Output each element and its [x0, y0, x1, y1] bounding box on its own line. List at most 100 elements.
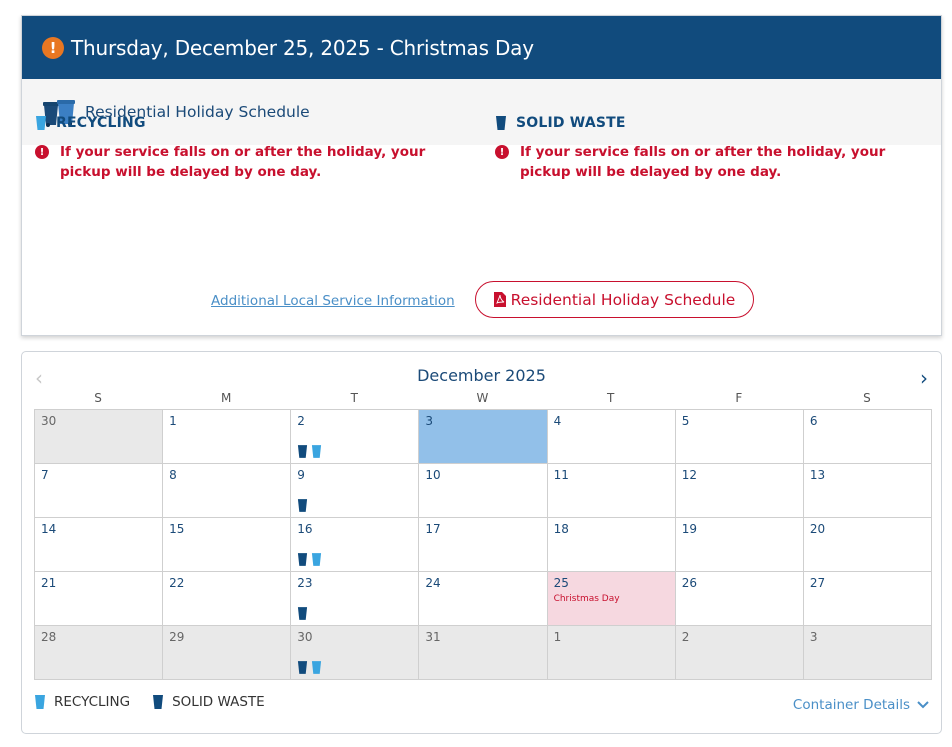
legend: RECYCLING SOLID WASTE [34, 694, 287, 710]
recycling-bin-icon [312, 661, 322, 674]
day-number: 30 [297, 630, 313, 644]
container-details-toggle[interactable]: Container Details [793, 697, 929, 713]
calendar-day[interactable]: 7 [35, 464, 164, 518]
recycling-title: RECYCLING [56, 115, 146, 131]
day-number: 9 [297, 468, 305, 482]
waste-note: If your service falls on or after the ho… [520, 144, 886, 180]
calendar-day[interactable]: 10 [419, 464, 548, 518]
waste-bin-icon [298, 661, 308, 674]
waste-bin-icon [298, 553, 308, 566]
pickup-icons [297, 498, 308, 513]
recycling-bin-icon [312, 445, 322, 458]
calendar-day[interactable]: 25 Christmas Day [547, 572, 676, 626]
weekday-label: S [94, 391, 102, 405]
day-number: 11 [553, 468, 569, 482]
day-number: 7 [41, 468, 49, 482]
holiday-schedule-pdf-button[interactable]: Residential Holiday Schedule [475, 281, 754, 318]
calendar-day[interactable]: 20 [803, 518, 932, 572]
calendar-day[interactable]: 12 [675, 464, 804, 518]
calendar-day[interactable]: 2 [291, 410, 420, 464]
day-number: 14 [41, 522, 57, 536]
legend-solid-waste: SOLID WASTE [152, 694, 265, 710]
calendar-day[interactable]: 23 [291, 572, 420, 626]
weekday-header: SMTWTFS [34, 391, 931, 405]
day-number: 16 [297, 522, 313, 536]
day-number: 31 [425, 630, 441, 644]
day-number: 25 [553, 576, 569, 590]
calendar-day[interactable]: 29 [163, 626, 292, 680]
day-number: 1 [169, 414, 177, 428]
day-number: 2 [681, 630, 690, 644]
pickup-icons [297, 660, 322, 675]
calendar-day[interactable]: 21 [35, 572, 164, 626]
local-service-info-link[interactable]: Additional Local Service Information [211, 293, 455, 309]
calendar-day[interactable]: 31 [419, 626, 548, 680]
legend-recycling: RECYCLING [34, 694, 130, 710]
calendar-day[interactable]: 16 [291, 518, 420, 572]
calendar-day[interactable]: 1 [163, 410, 292, 464]
waste-bin-icon [496, 116, 506, 130]
waste-bin-icon [153, 695, 164, 709]
calendar-day[interactable]: 26 [675, 572, 804, 626]
calendar-day[interactable]: 3 [803, 626, 932, 680]
day-number: 21 [41, 576, 57, 590]
warning-icon: ! [495, 145, 509, 159]
calendar-day[interactable]: 8 [163, 464, 292, 518]
weekday-label: F [735, 391, 743, 405]
calendar-day[interactable]: 6 [803, 410, 932, 464]
pdf-icon [493, 292, 506, 307]
calendar-day[interactable]: 22 [163, 572, 292, 626]
calendar-day[interactable]: 5 [675, 410, 804, 464]
waste-bin-icon [298, 607, 308, 620]
day-number: 3 [809, 630, 818, 644]
day-number: 30 [41, 414, 57, 428]
calendar-day[interactable]: 15 [163, 518, 292, 572]
day-number: 1 [553, 630, 562, 644]
recycling-note: If your service falls on or after the ho… [60, 144, 426, 180]
calendar-day[interactable]: 27 [803, 572, 932, 626]
weekday-label: W [476, 391, 489, 405]
recycling-bin-icon [36, 116, 46, 130]
exclamation-circle-icon: ! [42, 36, 64, 59]
calendar-day[interactable]: 1 [547, 626, 676, 680]
calendar-day[interactable]: 17 [419, 518, 548, 572]
calendar-day[interactable]: 11 [547, 464, 676, 518]
calendar-day[interactable]: 19 [675, 518, 804, 572]
calendar-day[interactable]: 30 [291, 626, 420, 680]
calendar-day[interactable]: 3 [419, 410, 548, 464]
weekday-label: M [221, 391, 232, 405]
calendar-day[interactable]: 13 [803, 464, 932, 518]
calendar-day[interactable]: 18 [547, 518, 676, 572]
weekday-label: T [606, 391, 615, 405]
day-number: 3 [425, 414, 434, 428]
day-number: 5 [681, 414, 690, 428]
day-number: 20 [809, 522, 826, 536]
calendar-day[interactable]: 30 [35, 410, 164, 464]
day-number: 22 [169, 576, 185, 590]
calendar-day[interactable]: 4 [547, 410, 676, 464]
calendar-day[interactable]: 28 [35, 626, 164, 680]
pickup-icons [297, 606, 308, 621]
calendar-grid: 30 1 2 3 4 5 6 7 8 9 10 11 12 13 14 15 16 17 18 19 20 21 22 23 2… [34, 409, 932, 680]
container-details-label: Container Details [792, 697, 910, 713]
day-number: 10 [425, 468, 441, 482]
day-number: 18 [553, 522, 569, 536]
day-number: 28 [41, 630, 57, 644]
calendar-day[interactable]: 14 [35, 518, 164, 572]
pickup-calendar: ‹ December 2025 › SMTWTFS 30 1 2 3 4 5 6 7 8 9 10 1… [21, 351, 942, 734]
calendar-day[interactable]: 9 [291, 464, 420, 518]
next-month-button[interactable]: › [920, 366, 928, 390]
waste-bin-icon [298, 499, 308, 512]
legend-waste-label: SOLID WASTE [172, 694, 265, 710]
holiday-alert-card: ! Thursday, December 25, 2025 - Christma… [21, 15, 942, 336]
calendar-day[interactable]: 24 [419, 572, 548, 626]
chevron-down-icon [917, 701, 929, 709]
calendar-day[interactable]: 2 [675, 626, 804, 680]
day-number: 2 [297, 414, 305, 428]
alert-header: ! Thursday, December 25, 2025 - Christma… [22, 16, 941, 79]
weekday-label: S [863, 391, 871, 405]
recycling-section: RECYCLING ! If your service falls on or … [35, 112, 465, 182]
pickup-icons [297, 444, 322, 459]
recycling-bin-icon [312, 553, 322, 566]
day-number: 24 [425, 576, 441, 590]
